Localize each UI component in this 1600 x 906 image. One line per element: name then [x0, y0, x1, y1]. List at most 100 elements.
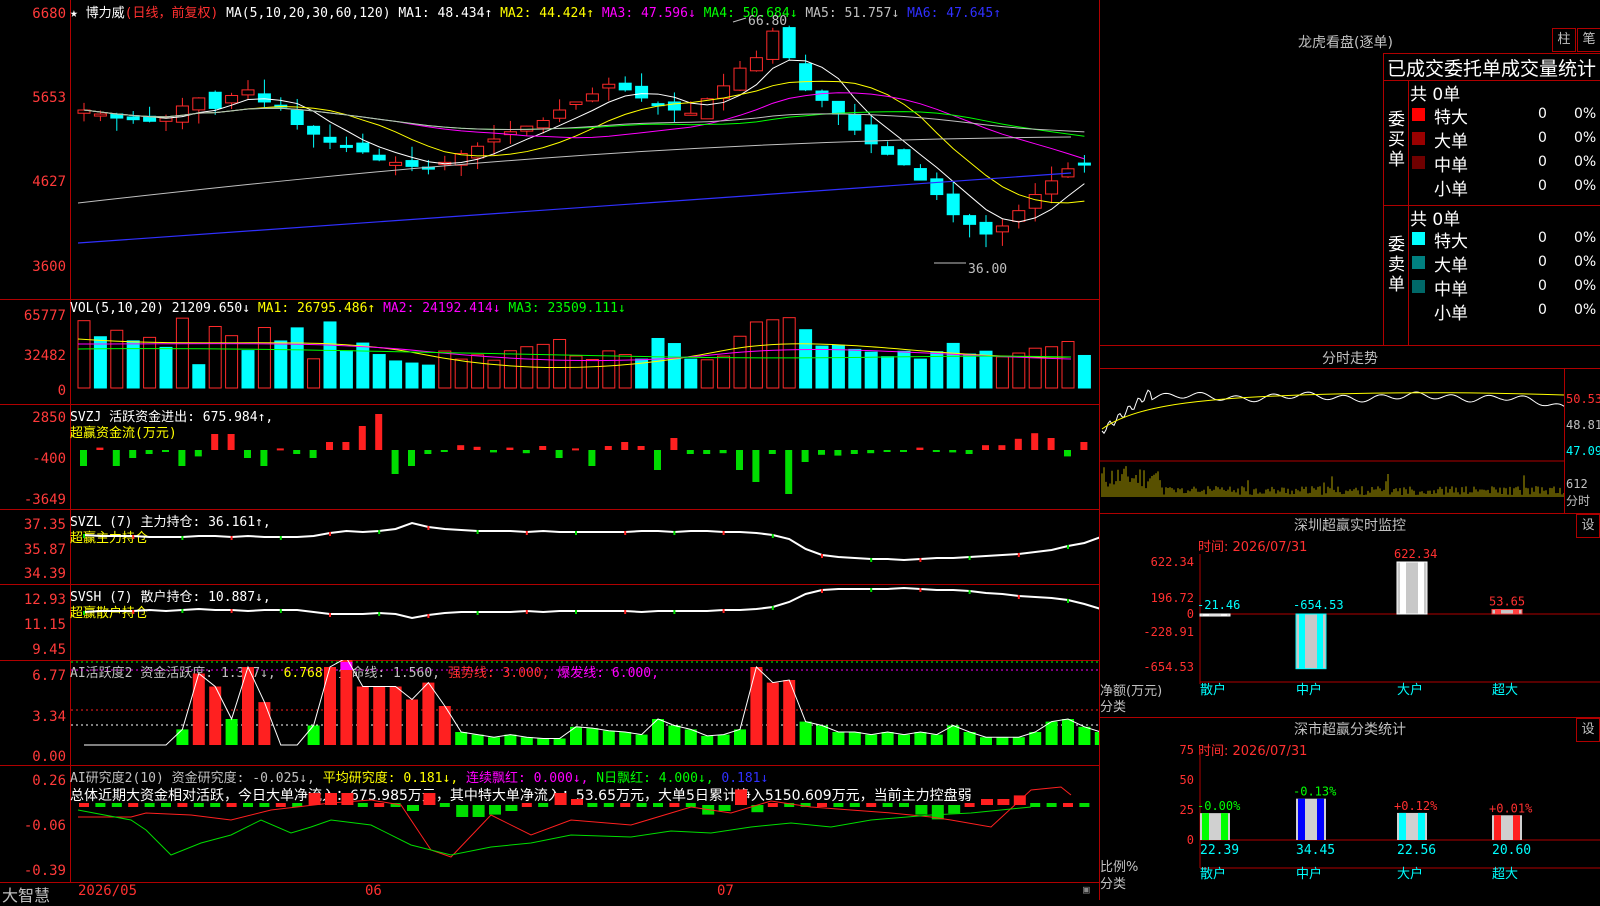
- research-bar: [275, 803, 286, 807]
- activity-bar: [816, 725, 828, 745]
- candle-body: [389, 161, 403, 166]
- flow-bar: [506, 447, 514, 450]
- volume-bar: [503, 350, 517, 389]
- volume-tick: 65777: [23, 308, 66, 324]
- research-bar: [587, 803, 598, 807]
- svsh-plot[interactable]: [71, 584, 1099, 660]
- research-bar: [866, 803, 877, 807]
- stats-change-label: -0.13%: [1293, 785, 1337, 799]
- svzj-tick: -400: [32, 451, 66, 467]
- stats-chart[interactable]: 75 50 25 0 -0.00% 22.39 散户 -0.13% 34.45 中户 +0.12% 2…: [1100, 718, 1600, 900]
- candle-body: [356, 142, 370, 153]
- tick-mode-button[interactable]: 笔: [1577, 28, 1600, 52]
- research-bar: [177, 803, 188, 807]
- volume-bar: [110, 329, 124, 389]
- flow-bar: [178, 450, 186, 466]
- research-bar: [1030, 803, 1041, 807]
- tick-mark: [181, 536, 184, 540]
- order-percent: 0%: [1574, 130, 1597, 146]
- ai-research-tick: -0.06: [23, 818, 66, 834]
- monitor-bar-edge: [1203, 614, 1209, 616]
- candle-body: [733, 67, 747, 91]
- flow-bar: [473, 446, 481, 450]
- svzj-plot[interactable]: [71, 404, 1099, 509]
- svsh-pane[interactable]: 12.93 11.15 9.45 SVSH (7) 散户持仓: 10.887↓,…: [0, 584, 1099, 661]
- volume-bar: [208, 325, 222, 389]
- research-bar: [899, 803, 909, 807]
- monitor-chart[interactable]: 622.34 196.72 0 -228.91 -654.53 -21.46 散户 -654.…: [1100, 514, 1600, 717]
- flow-bar: [1080, 442, 1088, 450]
- activity-bar: [324, 667, 336, 745]
- stats-value-label: 22.56: [1397, 843, 1436, 858]
- research-bar: [243, 803, 253, 807]
- flow-bar: [654, 450, 661, 470]
- stats-bar-edge: [1418, 812, 1425, 840]
- volume-bar: [536, 343, 550, 389]
- order-volume: 0: [1538, 254, 1547, 270]
- tick-mark: [427, 526, 430, 530]
- candle-body: [749, 57, 763, 72]
- bar-mode-button[interactable]: 柱: [1552, 28, 1576, 52]
- tick-mark: [722, 531, 725, 535]
- tick-mark: [575, 531, 577, 535]
- candlestick-plot[interactable]: [71, 0, 1099, 299]
- tick-mark: [279, 609, 282, 613]
- research-bar: [981, 799, 993, 805]
- flow-bar: [834, 450, 842, 456]
- ai-research-pane[interactable]: 0.26 -0.06 -0.39 AI研究度2(10) 资金研究度: -0.02…: [0, 765, 1099, 883]
- stats-change-label: -0.00%: [1197, 799, 1241, 813]
- price-tick: 4627: [32, 174, 66, 190]
- ai-research-plot[interactable]: [71, 765, 1099, 882]
- flow-bar: [457, 445, 465, 450]
- intraday-panel[interactable]: 分时走势 50.53 48.81 47.09 612 分时: [1100, 346, 1600, 513]
- research-bar: [718, 805, 731, 811]
- volume-plot[interactable]: [71, 299, 1099, 404]
- color-swatch: [1412, 132, 1425, 145]
- svzl-plot[interactable]: [71, 509, 1099, 584]
- ma-line: [83, 107, 1085, 133]
- svzl-pane[interactable]: 37.35 35.87 34.39 SVZL (7) 主力持仓: 36.161↑…: [0, 509, 1099, 585]
- order-row: 特大 0 0%: [1410, 227, 1600, 252]
- volume-bar: [77, 320, 91, 389]
- activity-bar: [553, 738, 566, 745]
- intraday-title: 分时走势: [1322, 351, 1378, 367]
- order-volume: 0: [1538, 278, 1547, 294]
- monitor-y-tick: 0: [1187, 607, 1194, 621]
- intraday-price-line: [1101, 389, 1565, 435]
- tick-mark: [476, 611, 479, 615]
- research-bar: [144, 803, 155, 807]
- stats-panel[interactable]: 深市超赢分类统计 设 时间: 2026/07/31 75 50 25 0 -0.00% 2…: [1100, 718, 1600, 900]
- svzj-pane[interactable]: 2850 -400 -3649 SVZJ 活跃资金进出: 675.984↑, 超…: [0, 404, 1099, 510]
- ai-active-plot[interactable]: [71, 660, 1099, 765]
- volume-bar: [553, 338, 567, 389]
- candlestick-pane[interactable]: 6680 5653 4627 3600 ★ 博力威(日线，前复权) MA(5,1…: [0, 0, 1099, 300]
- volume-bar: [1028, 347, 1042, 389]
- candle-body: [372, 154, 386, 161]
- monitor-panel[interactable]: 深圳超赢实时监控 设 时间: 2026/07/31 622.34 196.72 0-…: [1100, 514, 1600, 717]
- tick-mark: [870, 588, 873, 592]
- flow-bar: [293, 450, 301, 454]
- volume-pane[interactable]: 65777 32482 0 VOL(5,10,20) 21209.650↓ MA…: [0, 299, 1099, 405]
- price-tick: 6680: [32, 6, 66, 22]
- activity-bar: [684, 729, 697, 745]
- activity-bar: [963, 732, 976, 745]
- svzl-axis: 37.35 35.87 34.39: [0, 509, 71, 584]
- lock-icon[interactable]: ▣: [1083, 883, 1090, 896]
- stats-y-tick: 25: [1180, 803, 1194, 817]
- date-tick: 2026/05: [78, 883, 138, 899]
- research-bar: [915, 805, 928, 815]
- research-bar: [193, 803, 204, 807]
- intraday-plot[interactable]: [1100, 369, 1565, 513]
- stats-change-label: +0.01%: [1489, 801, 1533, 815]
- tick-mark: [83, 534, 85, 538]
- order-volume: 0: [1538, 106, 1547, 122]
- order-volume: 0: [1538, 154, 1547, 170]
- research-bar: [1063, 803, 1073, 807]
- ai-active-pane[interactable]: 6.77 3.34 0.00 AI活跃度2 资金活跃度: 1.337↓, 6.7…: [0, 660, 1099, 766]
- volume-bar: [323, 321, 337, 389]
- intraday-vol-label: 612: [1566, 477, 1588, 491]
- ai-active-tick: 0.00: [32, 749, 66, 765]
- intraday-price-label: 47.09: [1566, 444, 1600, 458]
- activity-bar: [898, 734, 910, 745]
- monitor-axis-name2: 分类: [1100, 700, 1127, 715]
